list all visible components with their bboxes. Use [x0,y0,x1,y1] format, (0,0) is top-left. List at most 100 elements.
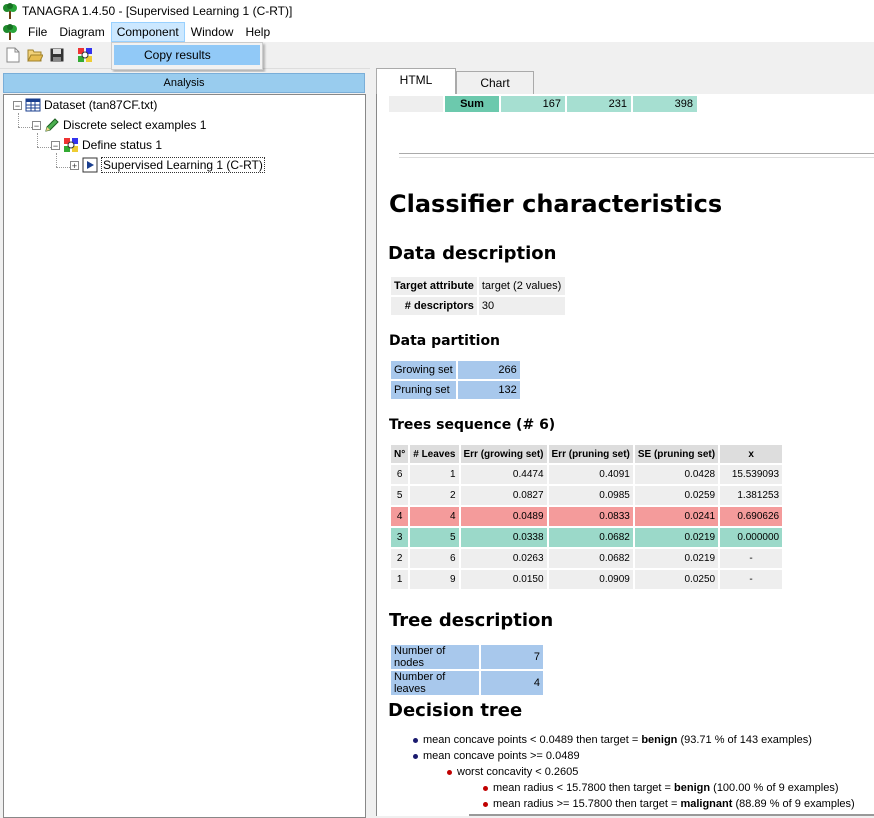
column-header: x [720,445,783,463]
sequence-cell: 0.0241 [634,507,719,526]
kv-value: target (2 values) [478,277,565,295]
sequence-cell: 4 [410,507,459,526]
sequence-cell: 0.0259 [634,486,719,505]
blank-cell [389,96,443,112]
sequence-cell: 5 [410,528,459,547]
sequence-cell: 15.539093 [720,465,783,484]
menu-window[interactable]: Window [185,22,240,42]
tree-connector [56,167,70,168]
bullet-icon [483,801,488,807]
tree-connector [56,153,57,167]
tree-node-supervised-learning[interactable]: + Supervised Learning 1 (C-RT) [70,156,265,174]
sequence-cell: 2 [391,549,409,568]
sequence-cell: 0.0682 [548,549,633,568]
kv-value: 7 [481,645,543,669]
bullet-icon [447,769,452,775]
rule-text: mean radius < 15.7800 then target = [493,782,675,794]
sequence-cell: 5 [391,486,409,505]
save-icon[interactable] [48,46,66,64]
bullet-icon [483,785,488,791]
html-report: Sum 167 231 398 Classifier characteristi… [376,94,874,816]
sequence-cell: 0.0682 [548,528,633,547]
tree-rule: mean radius >= 15.7800 then target = mal… [483,798,855,810]
tab-chart[interactable]: Chart [456,71,534,94]
tab-html[interactable]: HTML [376,68,456,94]
tanagra-menu-icon[interactable] [2,24,18,40]
tree-rule: mean concave points >= 0.0489 [413,750,580,762]
data-description-table: Target attribute target (2 values) # desc… [389,275,567,317]
sequence-cell: 1 [391,570,409,589]
kv-value: 4 [481,671,543,695]
component-icon[interactable] [76,46,94,64]
dataset-icon [25,98,41,112]
sequence-cell: - [720,549,783,568]
sequence-cell: 0.0250 [634,570,719,589]
bullet-icon [413,737,418,743]
rule-text: mean concave points >= 0.0489 [423,750,580,762]
rule-text: mean radius >= 15.7800 then target = [493,798,681,810]
sequence-cell: 9 [410,570,459,589]
tree-description-heading: Tree description [389,610,554,631]
tree-rule: mean radius < 15.7800 then target = beni… [483,782,839,794]
sequence-cell: 0.690626 [720,507,783,526]
sequence-cell: 0.4474 [460,465,547,484]
tree-connector [18,127,32,128]
title-bar: TANAGRA 1.4.50 - [Supervised Learning 1 … [0,0,874,22]
separator [399,153,874,158]
tree-connector [37,147,51,148]
sequence-cell: 0.0338 [460,528,547,547]
pencil-icon [45,118,59,132]
sequence-cell: 0.0150 [460,570,547,589]
rule-support: (93.71 % of 143 examples) [677,734,812,746]
bullet-icon [413,753,418,759]
tree-node-define-status[interactable]: − Define status 1 [51,136,162,154]
sum-value: 398 [633,96,697,112]
sequence-cell: 2 [410,486,459,505]
tree-node-label: Dataset (tan87CF.txt) [44,98,158,112]
menu-diagram[interactable]: Diagram [53,22,110,42]
sequence-cell: 0.000000 [720,528,783,547]
kv-key: Number of nodes [391,645,479,669]
collapse-icon[interactable]: − [32,120,41,130]
sequence-row: 3 5 0.0338 0.0682 0.0219 0.000000 [391,528,783,547]
rule-support: (100.00 % of 9 examples) [710,782,839,794]
rule-class: benign [641,734,678,746]
result-panel: HTML Chart Sum 167 231 398 Classifier ch… [370,68,874,816]
kv-key: Pruning set [391,381,456,399]
status-icon [64,138,78,152]
column-header: Err (pruning set) [548,445,633,463]
tree-connector [37,133,38,147]
tree-node-label: Supervised Learning 1 (C-RT) [101,157,265,173]
open-icon[interactable] [26,46,44,64]
trees-sequence-table: N° # Leaves Err (growing set) Err (pruni… [389,443,784,591]
result-tabs: HTML Chart [370,68,874,94]
tree-description-table: Number of nodes 7 Number of leaves 4 [389,643,545,697]
menu-component[interactable]: Component [110,22,185,42]
menu-bar: File Diagram Component Window Help [0,22,874,42]
sequence-row: 1 9 0.0150 0.0909 0.0250- [391,570,783,589]
rule-class: benign [674,782,711,794]
new-icon[interactable] [4,46,22,64]
sequence-row: 5 2 0.0827 0.0985 0.0259 1.381253 [391,486,783,505]
menu-help[interactable]: Help [239,22,276,42]
sequence-cell: 4 [391,507,409,526]
tree-node-discrete-select[interactable]: − Discrete select examples 1 [32,116,206,134]
analysis-tree[interactable]: − Dataset (tan87CF.txt) − Discrete selec… [3,94,366,818]
copy-results-menu-item[interactable]: Copy results [114,45,260,65]
expand-icon[interactable]: + [70,160,79,170]
column-header: Err (growing set) [460,445,547,463]
sequence-cell: 1 [410,465,459,484]
sequence-cell: 0.0909 [548,570,633,589]
kv-key: Target attribute [391,277,477,295]
menu-file[interactable]: File [22,22,53,42]
window-title: TANAGRA 1.4.50 - [Supervised Learning 1 … [22,4,293,18]
sequence-cell: 0.0263 [460,549,547,568]
collapse-icon[interactable]: − [13,100,22,110]
sum-value: 167 [501,96,565,112]
collapse-icon[interactable]: − [51,140,60,150]
tree-node-label: Discrete select examples 1 [63,118,207,132]
sequence-cell: 0.0827 [460,486,547,505]
tree-node-dataset[interactable]: − Dataset (tan87CF.txt) [13,96,157,114]
component-dropdown: Copy results [111,42,263,70]
analysis-header: Analysis [3,73,365,93]
